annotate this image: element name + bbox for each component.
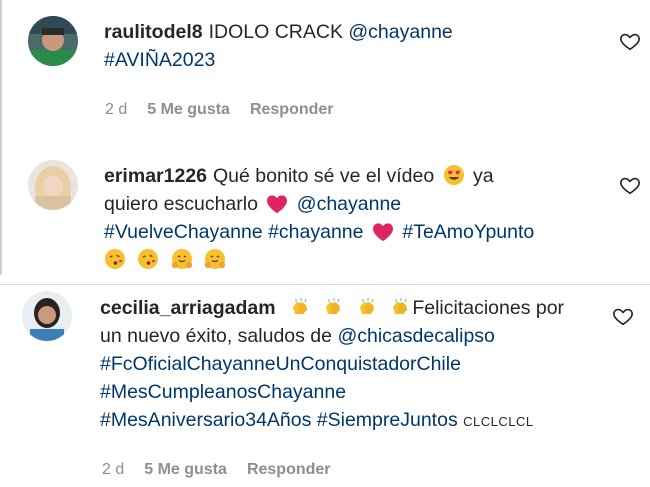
comment-tail-text: CLCLCLCL: [463, 414, 534, 429]
comment-content-2: un nuevo éxito, saludos de: [100, 325, 333, 347]
comment-content-1: Qué bonito sé ve el vídeo: [213, 165, 435, 187]
likes-count[interactable]: 5 Me gusta: [144, 461, 227, 479]
avatar[interactable]: [28, 16, 78, 66]
timestamp[interactable]: 2 d: [102, 461, 124, 479]
hashtag-link-1[interactable]: #FcOficialChayanneUnConquistadorChile: [100, 353, 461, 375]
comment-text: raulitodel8 IDOLO CRACK @chayanne #AVIÑA2…: [104, 18, 584, 74]
username[interactable]: cecilia_arriagadam: [100, 297, 276, 319]
clapping-hands-emoji: [390, 296, 412, 318]
comment-content-3: quiero escucharlo: [104, 193, 258, 215]
hashtag-link-4[interactable]: #SiempreJuntos: [317, 409, 458, 431]
hashtag-link-2[interactable]: #MesCumpleanosChayanne: [100, 381, 346, 403]
hashtag-link-2[interactable]: #chayanne: [268, 221, 363, 243]
heart-eyes-emoji: [443, 164, 465, 186]
clapping-hands-emoji: [357, 296, 379, 318]
mention-link[interactable]: @chicasdecalipso: [337, 325, 494, 347]
avatar[interactable]: [22, 291, 72, 341]
comment-text: erimar1226 Qué bonito sé ve el vídeo ya q…: [104, 162, 604, 274]
like-heart-icon[interactable]: [612, 305, 634, 327]
hashtag-link[interactable]: #AVIÑA2023: [104, 49, 215, 71]
comment-cecilia-arriagadam: cecilia_arriagadam Felicitaciones por un…: [0, 285, 650, 487]
red-heart-emoji: [372, 222, 394, 242]
clapping-hands-emoji: [290, 296, 312, 318]
comment-meta: 2 d 5 Me gusta Responder: [102, 461, 331, 479]
kissing-heart-emoji: [104, 248, 126, 270]
kissing-heart-emoji: [137, 248, 159, 270]
clapping-hands-emoji: [323, 296, 345, 318]
comment-content-1: Felicitaciones por: [412, 297, 565, 319]
hashtag-link-3[interactable]: #TeAmoYpunto: [402, 221, 534, 243]
comment-text: cecilia_arriagadam Felicitaciones por un…: [100, 294, 600, 436]
hugging-emoji: [171, 248, 193, 270]
hashtag-link-3[interactable]: #MesAniversario34Años: [100, 409, 311, 431]
username[interactable]: raulitodel8: [104, 21, 203, 43]
comment-content: IDOLO CRACK: [208, 21, 343, 43]
hashtag-link-1[interactable]: #VuelveChayanne: [104, 221, 263, 243]
timestamp[interactable]: 2 d: [105, 101, 127, 119]
comment-meta: 2 d 5 Me gusta Responder: [105, 101, 334, 119]
reply-button[interactable]: Responder: [250, 101, 334, 119]
username[interactable]: erimar1226: [104, 165, 207, 187]
mention-link[interactable]: @chayanne: [348, 21, 452, 43]
red-heart-emoji: [266, 194, 288, 214]
hugging-emoji: [204, 248, 226, 270]
likes-count[interactable]: 5 Me gusta: [147, 101, 230, 119]
reply-button[interactable]: Responder: [247, 461, 331, 479]
like-heart-icon[interactable]: [619, 174, 641, 196]
avatar[interactable]: [28, 160, 78, 210]
like-heart-icon[interactable]: [619, 30, 641, 52]
comment-raulitodel8: raulitodel8 IDOLO CRACK @chayanne #AVIÑA2…: [0, 0, 650, 140]
comment-erimar1226: erimar1226 Qué bonito sé ve el vídeo ya q…: [0, 140, 650, 280]
mention-link[interactable]: @chayanne: [297, 193, 401, 215]
comment-content-2: ya: [473, 165, 494, 187]
